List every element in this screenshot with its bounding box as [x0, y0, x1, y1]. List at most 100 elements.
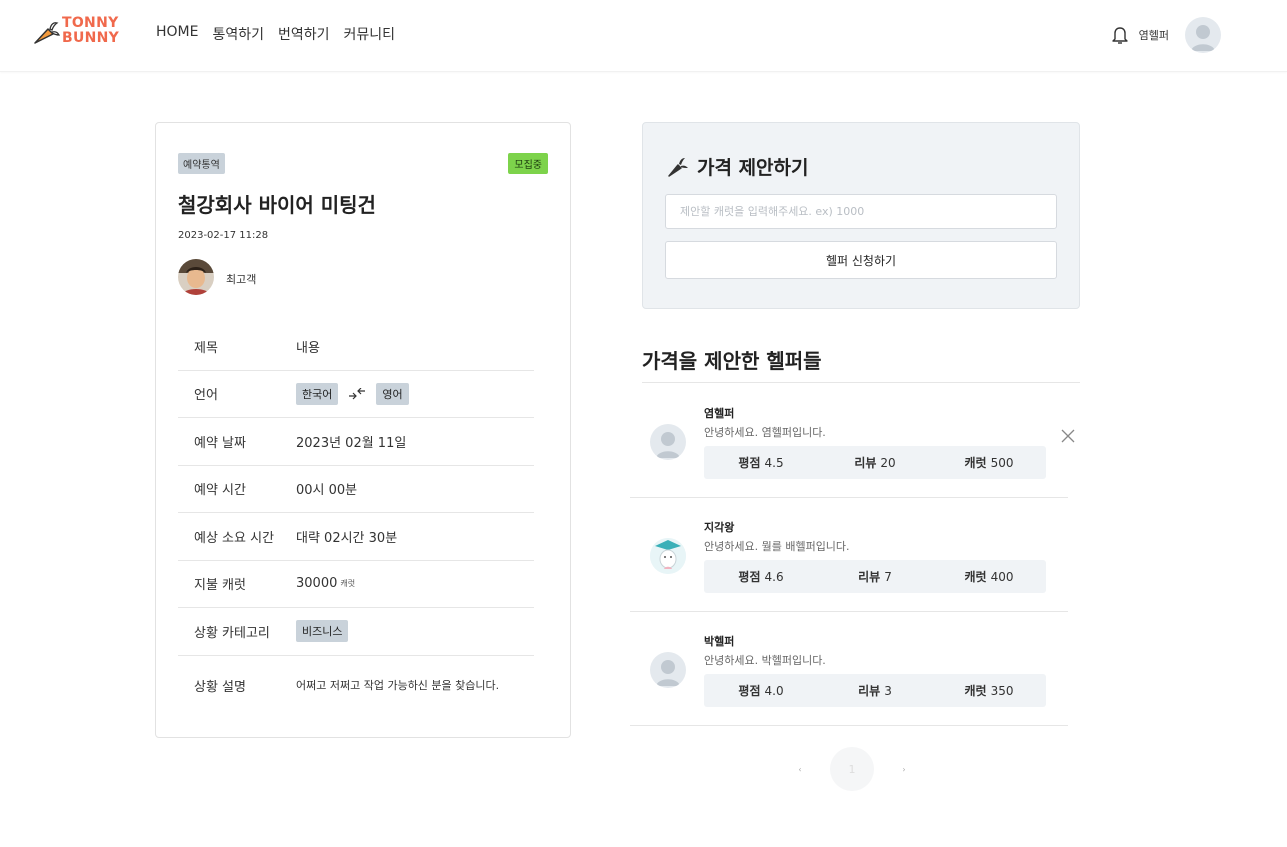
page-number[interactable]: 1	[830, 747, 874, 791]
table-row: 상황 카테고리 비즈니스	[178, 608, 534, 656]
request-detail-card: 예약통역 모집중 철강회사 바이어 미팅건 2023-02-17 11:28 최…	[155, 122, 571, 738]
category-label: 상황 카테고리	[194, 625, 270, 641]
helper-carrot: 캐럿 500	[932, 454, 1046, 471]
carrot-icon	[34, 22, 60, 44]
table-row: 예약 날짜 2023년 02월 11일	[178, 418, 534, 466]
header-username[interactable]: 염헬퍼	[1139, 27, 1169, 43]
helper-name[interactable]: 염헬퍼	[704, 405, 734, 421]
helper-avatar[interactable]	[650, 424, 686, 460]
lang-label: 언어	[194, 388, 218, 404]
desc-label: 상황 설명	[194, 680, 246, 695]
helper-name[interactable]: 박헬퍼	[704, 633, 734, 649]
helper-name[interactable]: 지각왕	[704, 519, 734, 535]
lang-value: 한국어 영어	[296, 382, 534, 405]
helper-stats: 평점 4.5 리뷰 20 캐럿 500	[704, 446, 1046, 479]
carrot-label: 지불 캐럿	[194, 578, 246, 594]
carrot-label: 캐럿	[964, 456, 987, 470]
pagination: ‹ 1 ›	[790, 747, 914, 791]
carrot-value: 30000 캐럿	[296, 576, 534, 591]
nav-community[interactable]: 커뮤니티	[344, 24, 396, 44]
carrot-value: 400	[990, 570, 1014, 584]
bell-icon[interactable]	[1111, 25, 1129, 45]
customer-avatar[interactable]	[178, 259, 214, 295]
helper-reviews: 리뷰 7	[818, 568, 932, 585]
helper-carrot: 캐럿 400	[932, 568, 1046, 585]
type-tag: 예약통역	[178, 153, 225, 174]
rating-label: 평점	[738, 684, 761, 698]
carrot-label: 캐럿	[964, 570, 987, 584]
time-value: 00시 00분	[296, 483, 358, 499]
swap-arrows-icon	[349, 387, 366, 400]
helper-stats: 평점 4.0 리뷰 3 캐럿 350	[704, 674, 1046, 707]
helper-intro: 안녕하세요. 뭘를 배헬퍼입니다.	[704, 540, 850, 553]
header-user-area: 염헬퍼	[1111, 17, 1221, 53]
logo-line2: BUNNY	[62, 30, 120, 46]
divider	[642, 382, 1080, 383]
user-silhouette-icon	[656, 432, 680, 458]
price-offer-title-text: 가격 제안하기	[697, 157, 809, 179]
nav-home[interactable]: HOME	[156, 24, 198, 44]
desc-value: 어쩌고 저쩌고 작업 가능하신 분을 찾습니다.	[296, 679, 500, 692]
rating-value: 4.5	[764, 456, 784, 470]
date-label: 예약 날짜	[194, 435, 246, 451]
request-datetime: 2023-02-17 11:28	[178, 230, 269, 241]
status-badge: 모집중	[508, 153, 548, 174]
rating-label: 평점	[738, 456, 761, 470]
table-header-key: 제목	[194, 340, 218, 356]
nav-translate[interactable]: 번역하기	[278, 24, 330, 44]
review-label: 리뷰	[858, 684, 881, 698]
helper-stats: 평점 4.6 리뷰 7 캐럿 400	[704, 560, 1046, 593]
table-header-row: 제목 내용	[178, 323, 534, 371]
review-label: 리뷰	[854, 456, 877, 470]
helpers-section-title: 가격을 제안한 헬퍼들	[642, 349, 822, 373]
table-row: 예약 시간 00시 00분	[178, 466, 534, 513]
close-icon[interactable]	[1060, 428, 1076, 444]
category-chip: 비즈니스	[296, 620, 349, 643]
helper-intro: 안녕하세요. 염헬퍼입니다.	[704, 426, 826, 439]
lang-to-chip: 영어	[376, 382, 409, 405]
helper-rating: 평점 4.5	[704, 454, 818, 471]
next-page-button[interactable]: ›	[894, 765, 914, 774]
review-value: 20	[880, 456, 896, 470]
helper-avatar[interactable]	[650, 538, 686, 574]
list-item[interactable]: 염헬퍼 안녕하세요. 염헬퍼입니다. 평점 4.5 리뷰 20 캐럿 500	[630, 384, 1075, 498]
carrot-value: 500	[990, 456, 1014, 470]
helper-reviews: 리뷰 20	[818, 454, 932, 471]
logo[interactable]: TONNY BUNNY	[32, 16, 124, 52]
prev-page-button[interactable]: ‹	[790, 765, 810, 774]
avatar[interactable]	[1185, 17, 1221, 53]
carrot-label: 캐럿	[964, 684, 987, 698]
main-nav: HOME 통역하기 번역하기 커뮤니티	[156, 24, 395, 44]
list-item[interactable]: 지각왕 안녕하세요. 뭘를 배헬퍼입니다. 평점 4.6 리뷰 7 캐럿 400	[630, 498, 1068, 612]
table-row: 상황 설명 어쩌고 저쩌고 작업 가능하신 분을 찾습니다.	[178, 656, 534, 716]
price-offer-card: 가격 제안하기 헬퍼 신청하기	[642, 122, 1080, 309]
table-row: 예상 소요 시간 대략 02시간 30분	[178, 513, 534, 561]
table-header-val: 내용	[296, 340, 320, 356]
carrot-icon	[668, 157, 688, 177]
rating-label: 평점	[738, 570, 761, 584]
request-info-table: 제목 내용 언어 한국어 영어 예약 날짜 2023년 02월 11일 예약 시…	[178, 323, 534, 716]
helper-reviews: 리뷰 3	[818, 682, 932, 699]
rating-value: 4.0	[764, 684, 784, 698]
customer-name[interactable]: 최고객	[226, 271, 256, 287]
helper-intro: 안녕하세요. 박헬퍼입니다.	[704, 654, 826, 667]
review-value: 7	[884, 570, 892, 584]
time-label: 예약 시간	[194, 483, 246, 499]
lang-from-chip: 한국어	[296, 382, 339, 405]
carrot-offer-input[interactable]	[665, 194, 1057, 229]
logo-line1: TONNY	[62, 15, 119, 31]
review-label: 리뷰	[858, 570, 881, 584]
carrot-unit: 캐럿	[340, 579, 356, 589]
carrot-amount: 30000	[296, 576, 338, 592]
category-value: 비즈니스	[296, 620, 534, 643]
apply-helper-button[interactable]: 헬퍼 신청하기	[665, 241, 1057, 279]
table-row: 언어 한국어 영어	[178, 371, 534, 418]
customer-photo-icon	[178, 259, 214, 295]
duration-label: 예상 소요 시간	[194, 530, 275, 546]
user-silhouette-icon	[1191, 25, 1215, 51]
rating-value: 4.6	[764, 570, 784, 584]
nav-interpret[interactable]: 통역하기	[212, 24, 264, 44]
carrot-value: 350	[990, 684, 1014, 698]
helper-avatar[interactable]	[650, 652, 686, 688]
list-item[interactable]: 박헬퍼 안녕하세요. 박헬퍼입니다. 평점 4.0 리뷰 3 캐럿 350	[630, 612, 1068, 726]
